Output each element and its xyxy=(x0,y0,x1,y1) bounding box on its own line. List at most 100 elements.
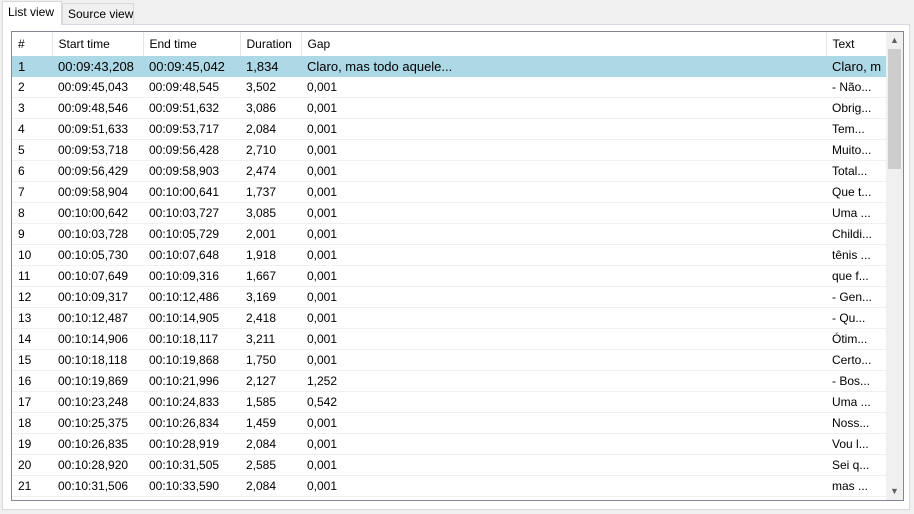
cell-number: 8 xyxy=(12,202,52,224)
cell-duration: 2,001 xyxy=(240,223,301,245)
table-row[interactable]: 16 00:10:19,869 00:10:21,996 2,127 1,252- Bo… xyxy=(12,370,886,392)
cell-start-time: 00:09:51,633 xyxy=(52,118,143,140)
cell-number: 14 xyxy=(12,328,52,350)
chevron-up-icon[interactable]: ▲ xyxy=(886,32,903,49)
column-header-number[interactable]: # xyxy=(12,32,53,56)
table-row[interactable]: 12 00:10:09,317 00:10:12,486 3,169 0,001- Ge… xyxy=(12,286,886,308)
cell-text: - Não... xyxy=(826,76,886,98)
cell-gap: 0,001 xyxy=(301,76,826,98)
chevron-down-icon[interactable]: ▼ xyxy=(886,483,903,500)
cell-end-time: 00:09:45,042 xyxy=(143,56,240,77)
cell-number: 18 xyxy=(12,412,52,434)
table-row[interactable]: 11 00:10:07,649 00:10:09,316 1,667 0,001 que … xyxy=(12,265,886,287)
column-header-gap[interactable]: Gap xyxy=(301,32,827,56)
cell-end-time: 00:10:26,834 xyxy=(143,412,240,434)
cell-duration: 3,086 xyxy=(240,97,301,119)
cell-number: 3 xyxy=(12,97,52,119)
cell-text: Total... xyxy=(826,160,886,182)
table-row[interactable]: 18 00:10:25,375 00:10:26,834 1,459 0,001 Noss… xyxy=(12,412,886,434)
vertical-scrollbar[interactable]: ▲ ▼ xyxy=(886,32,903,500)
cell-gap: 0,001 xyxy=(301,160,826,182)
cell-gap: 0,001 xyxy=(301,118,826,140)
table-row[interactable]: 19 00:10:26,835 00:10:28,919 2,084 0,001 Vou … xyxy=(12,433,886,455)
cell-text: Uma ... xyxy=(826,391,886,413)
table-row[interactable]: 5 00:09:53,718 00:09:56,428 2,710 0,001 Muito… xyxy=(12,139,886,161)
cell-end-time: 00:09:53,717 xyxy=(143,118,240,140)
cell-duration: 1,737 xyxy=(240,181,301,203)
cell-number: 22 xyxy=(12,496,52,500)
cell-end-time: 00:09:56,428 xyxy=(143,139,240,161)
cell-text: de pr... xyxy=(826,496,886,500)
cell-gap: 0,001 xyxy=(301,412,826,434)
tab-strip: List view Source view xyxy=(0,0,914,25)
cell-duration: 2,127 xyxy=(240,370,301,392)
table-row[interactable]: 10 00:10:05,730 00:10:07,648 1,918 0,001 têni… xyxy=(12,244,886,266)
cell-number: 2 xyxy=(12,76,52,98)
cell-start-time: 00:10:12,487 xyxy=(52,307,143,329)
cell-gap: Claro, mas todo aquele... xyxy=(301,56,826,77)
cell-number: 1 xyxy=(12,56,52,77)
cell-number: 19 xyxy=(12,433,52,455)
cell-end-time: 00:10:14,905 xyxy=(143,307,240,329)
cell-gap: 0,001 xyxy=(301,496,826,500)
table-row[interactable]: 13 00:10:12,487 00:10:14,905 2,418 0,001- Qu… xyxy=(12,307,886,329)
cell-gap: 0,001 xyxy=(301,244,826,266)
cell-number: 15 xyxy=(12,349,52,371)
table-row[interactable]: 9 00:10:03,728 00:10:05,729 2,001 0,001 Child… xyxy=(12,223,886,245)
cell-gap: 0,001 xyxy=(301,97,826,119)
cell-duration: 2,474 xyxy=(240,160,301,182)
cell-number: 13 xyxy=(12,307,52,329)
table-row[interactable]: 17 00:10:23,248 00:10:24,833 1,585 0,542 Uma … xyxy=(12,391,886,413)
table-row[interactable]: 1 00:09:43,208 00:09:45,042 1,834 Claro, mas… xyxy=(12,56,886,77)
table-row[interactable]: 8 00:10:00,642 00:10:03,727 3,085 0,001 Uma .… xyxy=(12,202,886,224)
cell-end-time: 00:10:12,486 xyxy=(143,286,240,308)
cell-start-time: 00:10:25,375 xyxy=(52,412,143,434)
table-row[interactable]: 7 00:09:58,904 00:10:00,641 1,737 0,001 Que t… xyxy=(12,181,886,203)
cell-start-time: 00:10:03,728 xyxy=(52,223,143,245)
table-row[interactable]: 2200:10:33,59100:10:35,7592,1680,001de p… xyxy=(12,496,886,500)
cell-text: que f... xyxy=(826,265,886,287)
table-row[interactable]: 2 00:09:45,043 00:09:48,545 3,502 0,001- Não… xyxy=(12,76,886,98)
subtitle-table: # Start time End time Duration Gap Text … xyxy=(12,32,887,500)
cell-gap: 1,252 xyxy=(301,370,826,392)
cell-start-time: 00:10:31,506 xyxy=(52,475,143,497)
table-row[interactable]: 20 00:10:28,920 00:10:31,505 2,585 0,001 Sei … xyxy=(12,454,886,476)
cell-end-time: 00:10:00,641 xyxy=(143,181,240,203)
cell-start-time: 00:09:48,546 xyxy=(52,97,143,119)
tab-source-view[interactable]: Source view xyxy=(62,3,134,24)
scrollbar-thumb[interactable] xyxy=(888,49,901,169)
cell-start-time: 00:10:05,730 xyxy=(52,244,143,266)
list-view-panel: # Start time End time Duration Gap Text … xyxy=(2,24,910,510)
subtitle-list[interactable]: # Start time End time Duration Gap Text … xyxy=(11,31,904,501)
cell-text: tênis ... xyxy=(826,244,886,266)
cell-end-time: 00:09:48,545 xyxy=(143,76,240,98)
cell-duration: 1,834 xyxy=(240,56,301,77)
column-header-end-time[interactable]: End time xyxy=(143,32,241,56)
table-row[interactable]: 14 00:10:14,906 00:10:18,117 3,211 0,001 Ótim… xyxy=(12,328,886,350)
cell-start-time: 00:10:19,869 xyxy=(52,370,143,392)
cell-duration: 2,084 xyxy=(240,433,301,455)
cell-start-time: 00:09:58,904 xyxy=(52,181,143,203)
table-row[interactable]: 21 00:10:31,506 00:10:33,590 2,084 0,001 mas … xyxy=(12,475,886,497)
column-header-start-time[interactable]: Start time xyxy=(52,32,144,56)
column-header-text[interactable]: Text xyxy=(826,32,887,56)
cell-number: 16 xyxy=(12,370,52,392)
tab-list-view[interactable]: List view xyxy=(2,1,62,25)
cell-duration: 2,585 xyxy=(240,454,301,476)
cell-text: Muito... xyxy=(826,139,886,161)
table-row[interactable]: 6 00:09:56,429 00:09:58,903 2,474 0,001 Total… xyxy=(12,160,886,182)
cell-text: - Qu... xyxy=(826,307,886,329)
cell-duration: 2,710 xyxy=(240,139,301,161)
cell-text: Vou l... xyxy=(826,433,886,455)
table-row[interactable]: 4 00:09:51,633 00:09:53,717 2,084 0,001 Tem..… xyxy=(12,118,886,140)
cell-text: - Gen... xyxy=(826,286,886,308)
cell-start-time: 00:10:26,835 xyxy=(52,433,143,455)
table-row[interactable]: 3 00:09:48,546 00:09:51,632 3,086 0,001 Obrig… xyxy=(12,97,886,119)
table-row[interactable]: 15 00:10:18,118 00:10:19,868 1,750 0,001 Cert… xyxy=(12,349,886,371)
cell-duration: 2,168 xyxy=(240,496,301,500)
cell-end-time: 00:10:03,727 xyxy=(143,202,240,224)
cell-duration: 3,085 xyxy=(240,202,301,224)
cell-start-time: 00:10:33,591 xyxy=(52,496,143,500)
column-header-duration[interactable]: Duration xyxy=(240,32,302,56)
cell-text: Tem... xyxy=(826,118,886,140)
